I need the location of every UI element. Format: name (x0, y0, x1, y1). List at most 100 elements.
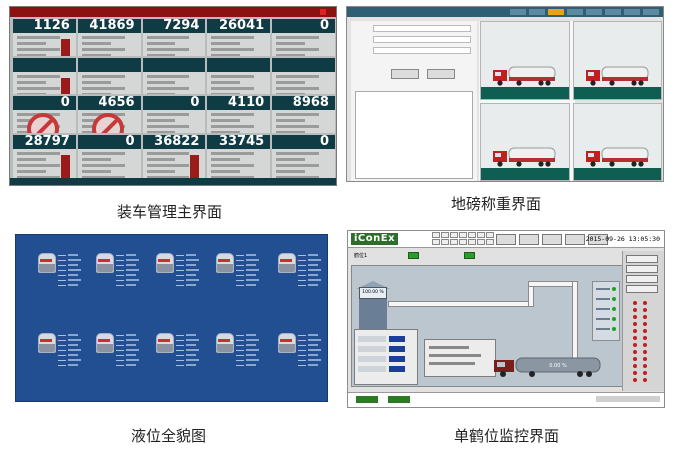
tank-widget[interactable] (96, 253, 142, 293)
pipe (388, 301, 530, 307)
bay-count (77, 57, 141, 72)
bay-card[interactable]: 4656 (77, 96, 141, 133)
weighbridge-lane (480, 21, 570, 100)
tank-widget[interactable] (216, 333, 262, 373)
query-panel (351, 21, 477, 181)
tank-widget[interactable] (216, 253, 262, 293)
menu-item[interactable] (643, 9, 659, 15)
status-light (464, 252, 475, 259)
vehicle-field[interactable] (373, 47, 471, 54)
caption-tanks: 液位全貌图 (131, 427, 207, 445)
bay-card[interactable]: 0 (13, 96, 76, 133)
bay-card[interactable]: 26041 (207, 19, 271, 56)
print-button[interactable] (427, 69, 455, 79)
bay-cell[interactable] (432, 232, 440, 238)
date-to-field[interactable] (373, 36, 471, 43)
bay-cell[interactable] (468, 232, 476, 238)
tank-icon (278, 253, 296, 273)
bay-cell[interactable] (459, 232, 467, 238)
bay-cell[interactable] (486, 239, 494, 245)
bay-cell[interactable] (441, 232, 449, 238)
menu-item[interactable] (586, 9, 602, 15)
bay-cell[interactable] (477, 232, 485, 238)
bay-card[interactable]: 8968 (272, 96, 335, 133)
tab[interactable] (519, 234, 539, 245)
bay-cell[interactable] (459, 239, 467, 245)
record-table (355, 91, 473, 179)
bay-card[interactable] (272, 57, 335, 95)
bay-count: 0 (142, 96, 206, 111)
tab[interactable] (542, 234, 562, 245)
alarm-indicator (633, 315, 637, 319)
bay-cell[interactable] (450, 239, 458, 245)
bay-cell[interactable] (486, 232, 494, 238)
bay-selector[interactable] (432, 232, 494, 245)
bay-cell[interactable] (441, 239, 449, 245)
bay-count: 7294 (142, 19, 206, 33)
bay-count (142, 57, 206, 72)
bay-count: 41869 (77, 19, 141, 33)
bay-cell[interactable] (432, 239, 440, 245)
menu-item[interactable] (510, 9, 526, 15)
crane-monitor-screen: iConEx 2015-09-26 13:05:30 鹤位1 100.00 % (347, 230, 665, 408)
bay-card[interactable]: 41869 (77, 19, 141, 56)
bay-count: 0 (13, 96, 76, 111)
tank-widget[interactable] (38, 253, 84, 293)
bay-cell[interactable] (450, 232, 458, 238)
alarm-column (622, 251, 664, 391)
date-from-field[interactable] (373, 25, 471, 32)
bay-card[interactable]: 33745 (207, 135, 271, 179)
menu-item[interactable] (529, 9, 545, 15)
alarm-indicator (633, 357, 637, 361)
bay-cell[interactable] (468, 239, 476, 245)
bay-card[interactable] (207, 57, 271, 95)
bay-cell[interactable] (477, 239, 485, 245)
footer-button[interactable] (388, 396, 410, 403)
side-button[interactable] (626, 285, 658, 293)
tab[interactable] (496, 234, 516, 245)
bay-card[interactable]: 7294 (142, 19, 206, 56)
crane-header: iConEx 2015-09-26 13:05:30 (348, 231, 664, 248)
bay-count (272, 57, 335, 72)
bay-card[interactable]: 36822 (142, 135, 206, 179)
side-button[interactable] (626, 275, 658, 283)
alarm-indicator (643, 364, 647, 368)
status-bar (10, 178, 336, 185)
alarm-indicator (633, 350, 637, 354)
tank-widget[interactable] (278, 253, 324, 293)
tank-widget[interactable] (156, 333, 202, 373)
tank-widget[interactable] (38, 333, 84, 373)
bay-card[interactable] (77, 57, 141, 95)
bay-card[interactable]: 28797 (13, 135, 76, 179)
bay-card[interactable]: 0 (272, 19, 335, 56)
close-icon[interactable] (320, 9, 326, 15)
menu-item[interactable] (605, 9, 621, 15)
loading-title-bar (10, 7, 336, 17)
tank-widget[interactable] (156, 253, 202, 293)
tank-widget[interactable] (96, 333, 142, 373)
bay-card[interactable]: 0 (142, 96, 206, 133)
footer-button[interactable] (356, 396, 378, 403)
truck-icon (585, 66, 648, 86)
query-button[interactable] (391, 69, 419, 79)
tab[interactable] (565, 234, 585, 245)
tank-icon (38, 253, 56, 273)
bay-card[interactable] (13, 57, 76, 95)
bay-card[interactable]: 0 (77, 135, 141, 179)
info-box (424, 339, 496, 377)
tank-icon (216, 333, 234, 353)
bay-card[interactable] (142, 57, 206, 95)
bay-card[interactable]: 0 (272, 135, 335, 179)
side-button[interactable] (626, 255, 658, 263)
menu-item[interactable] (567, 9, 583, 15)
side-button[interactable] (626, 265, 658, 273)
bay-count: 0 (77, 135, 141, 149)
caption-crane: 单鹤位监控界面 (454, 427, 560, 445)
menu-item[interactable] (624, 9, 640, 15)
tank-widget[interactable] (278, 333, 324, 373)
menu-item-active[interactable] (548, 9, 564, 15)
alarm-indicator (643, 322, 647, 326)
tank-icon (278, 333, 296, 353)
bay-card[interactable]: 4110 (207, 96, 271, 133)
bay-card[interactable]: 1126 (13, 19, 76, 56)
